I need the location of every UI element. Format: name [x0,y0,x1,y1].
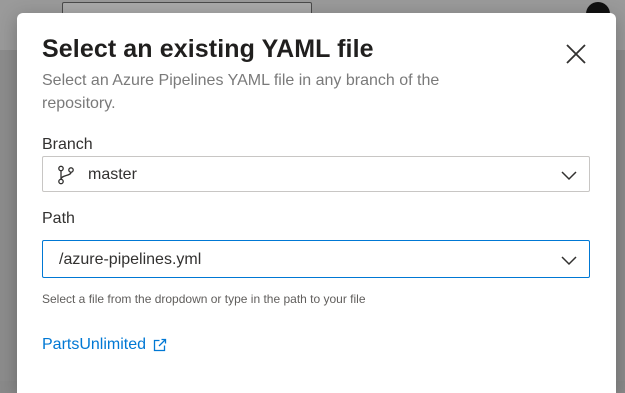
branch-value: master [88,166,137,183]
close-icon [566,44,586,64]
close-button[interactable] [561,39,591,69]
path-dropdown[interactable]: /azure-pipelines.yml [42,240,590,278]
path-helper-text: Select a file from the dropdown or type … [42,292,366,306]
path-label: Path [42,210,75,227]
repository-link-label: PartsUnlimited [42,336,147,353]
path-value[interactable]: /azure-pipelines.yml [59,251,201,269]
dialog-title: Select an existing YAML file [42,35,374,63]
dialog-subtitle: Select an Azure Pipelines YAML file in a… [42,72,440,112]
external-link-icon [153,338,167,352]
branch-dropdown[interactable]: master [42,156,590,192]
repository-link[interactable]: PartsUnlimited [42,336,167,354]
branch-label: Branch [42,136,93,153]
select-yaml-dialog: Select an existing YAML file Select an A… [17,13,616,393]
branch-icon [58,165,74,185]
chevron-down-icon [561,171,577,181]
chevron-down-icon [561,256,577,266]
